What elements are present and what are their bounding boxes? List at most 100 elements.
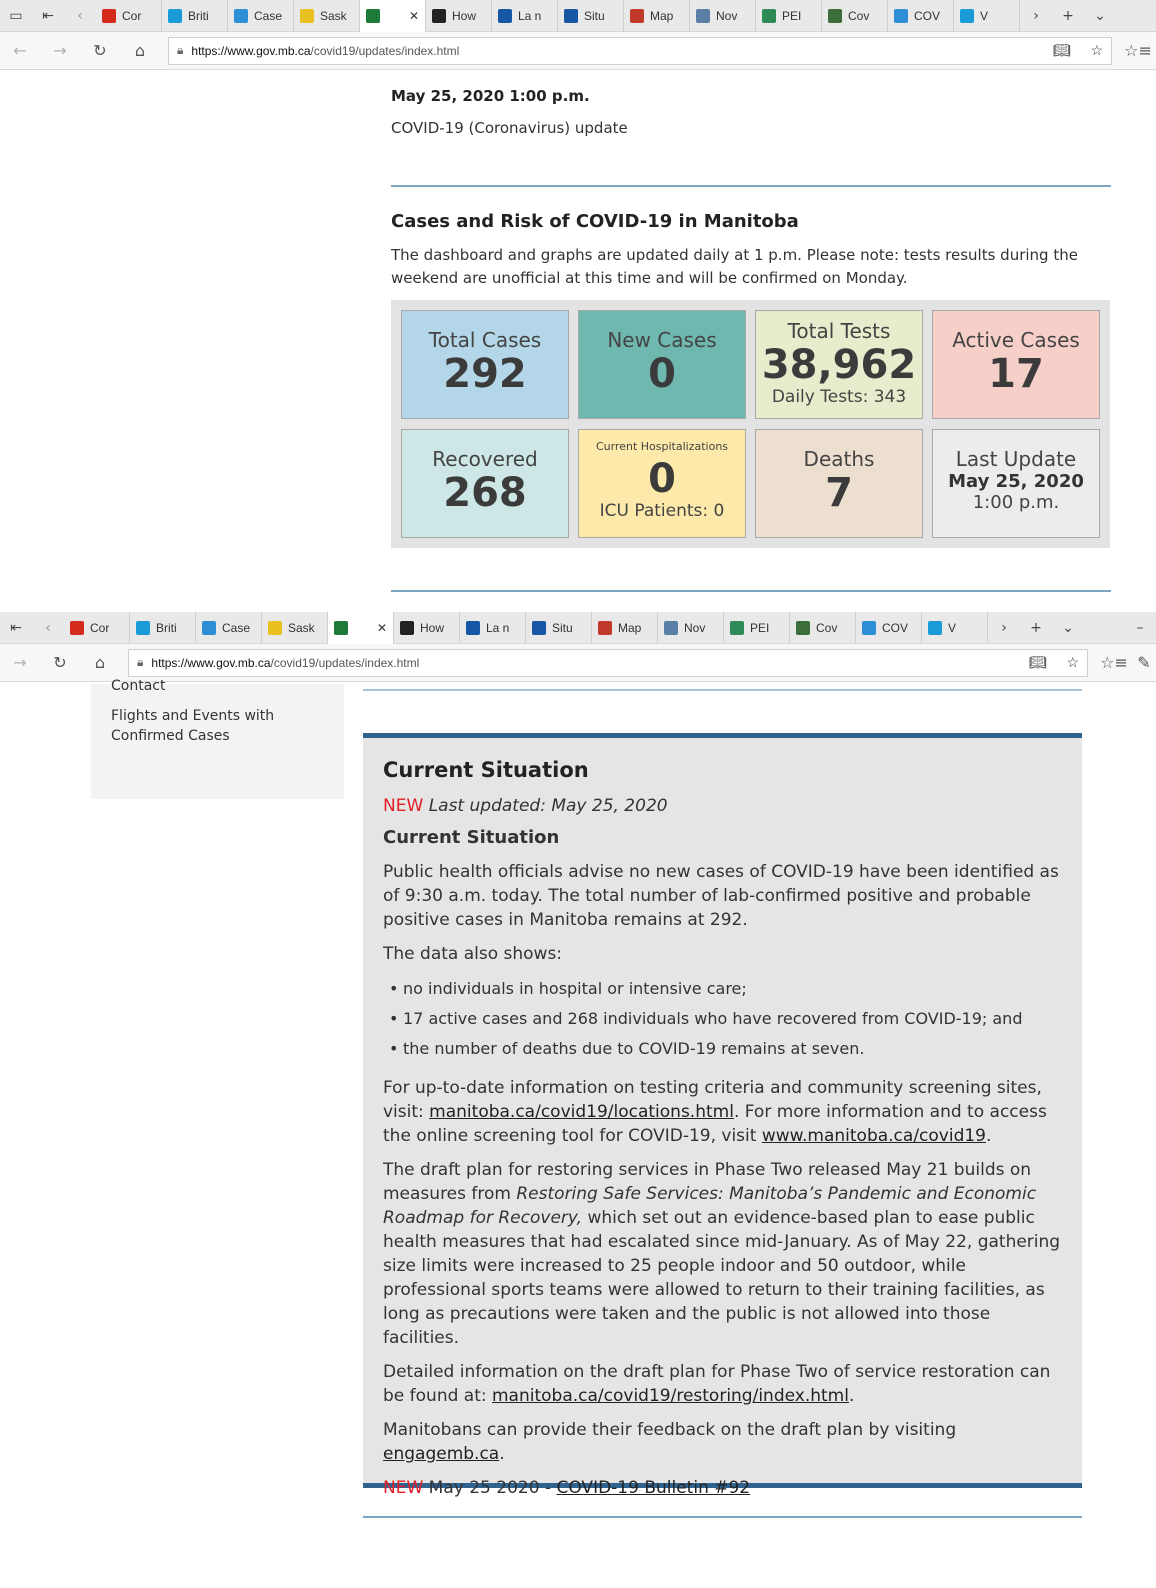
browser-tab[interactable]: Situ (558, 0, 624, 32)
browser-tab[interactable]: PEI (724, 611, 790, 644)
covid19-link[interactable]: www.manitoba.ca/covid19 (762, 1126, 986, 1146)
cases-heading: Cases and Risk of COVID-19 in Manitoba (391, 211, 799, 232)
tab-strip: Cor Briti Case Sask ✕ How La n Situ Map Nov PEI Cov… (64, 611, 988, 644)
sidebar-item-flights-events[interactable]: Flights and Events with Confirmed Cases (111, 706, 311, 746)
reading-view-icon[interactable]: 📖︎ (1029, 654, 1047, 671)
browser-tab[interactable]: La n (460, 611, 526, 644)
dashboard: Total Cases 292 New Cases 0 Total Tests … (391, 300, 1110, 548)
browser-tab[interactable]: COV (888, 0, 954, 32)
browser-tab[interactable]: Sask (262, 611, 328, 644)
tab-bar: ▭ ⇤ ‹ Cor Briti Case Sask ✕ How La n Situ Map Nov… (0, 0, 1156, 32)
browser-tab[interactable]: How (426, 0, 492, 32)
tile-sub: Daily Tests: 343 (771, 387, 907, 407)
tab-favicon-icon (300, 8, 314, 23)
tile-label: Deaths (803, 447, 875, 471)
browser-tab[interactable]: Case (196, 611, 262, 644)
forward-arrow-icon[interactable]: → (0, 644, 40, 682)
url-bar[interactable]: 🔒︎ https://www.gov.mb.ca/covid19/updates… (128, 648, 1088, 677)
forward-arrow-icon[interactable]: → (40, 32, 80, 70)
tab-label: How (420, 620, 445, 635)
home-icon[interactable]: ⌂ (120, 32, 160, 70)
browser-tab[interactable]: Cov (822, 0, 888, 32)
browser-tab[interactable]: Sask (294, 0, 360, 32)
back-arrow-icon[interactable]: ← (0, 32, 40, 70)
tab-label: Nov (684, 620, 706, 635)
sidebar-item-contact[interactable]: Contact (111, 678, 165, 694)
browser-tab[interactable]: V (922, 611, 988, 644)
tab-label: Cor (90, 620, 110, 635)
browser-tab[interactable]: Case (228, 0, 294, 32)
refresh-icon[interactable]: ↻ (80, 32, 120, 70)
favorite-star-icon[interactable]: ☆ (1090, 42, 1103, 59)
browser-tab[interactable]: Map (624, 0, 690, 32)
browser-tab[interactable]: Nov (690, 0, 756, 32)
tab-favicon-icon (202, 620, 216, 635)
browser-tab[interactable]: Cor (64, 611, 130, 644)
tab-favicon-icon (168, 8, 182, 23)
new-badge: NEW (383, 796, 424, 816)
browser-tab[interactable]: How (394, 611, 460, 644)
text: . (848, 1386, 855, 1406)
tab-label: Briti (188, 8, 209, 23)
list-item: the number of deaths due to COVID-19 rem… (383, 1034, 1062, 1064)
text: May 25 2020 - (423, 1478, 557, 1498)
address-toolbar: ← → ↻ ⌂ 🔒︎ https://www.gov.mb.ca/covid19… (0, 32, 1156, 70)
pen-icon[interactable]: ✎ (1132, 644, 1156, 682)
scroll-tabs-left-icon[interactable]: ‹ (32, 612, 64, 644)
divider (391, 185, 1111, 187)
locations-link[interactable]: manitoba.ca/covid19/locations.html (429, 1102, 734, 1122)
close-tab-icon[interactable]: ✕ (409, 9, 419, 23)
text: which set out an evidence-based plan to … (383, 1208, 1061, 1348)
browser-chrome-bottom: ⇤ ‹ Cor Briti Case Sask ✕ How La n Situ Map Nov PE… (0, 611, 1156, 682)
new-tab-icon[interactable]: + (1020, 612, 1052, 644)
tab-label: Map (650, 8, 674, 23)
divider (363, 689, 1082, 691)
tab-label: Sask (320, 8, 347, 23)
sidebar: Contact Flights and Events with Confirme… (91, 678, 344, 799)
new-tab-icon[interactable]: + (1052, 0, 1084, 32)
url-bar[interactable]: 🔒︎ https://www.gov.mb.ca/covid19/updates… (168, 36, 1112, 65)
tab-strip: Cor Briti Case Sask ✕ How La n Situ Map Nov PEI Cov… (96, 0, 1020, 32)
favorite-star-icon[interactable]: ☆ (1066, 654, 1079, 671)
tab-label: Situ (552, 620, 573, 635)
close-tab-icon[interactable]: ✕ (377, 621, 387, 635)
browser-tab[interactable]: Map (592, 611, 658, 644)
tab-label: Nov (716, 8, 738, 23)
bulletin-link[interactable]: COVID-19 Bulletin #92 (556, 1478, 750, 1498)
reading-view-icon[interactable]: 📖︎ (1053, 42, 1071, 59)
tab-label: Situ (584, 8, 605, 23)
browser-tab[interactable]: Cov (790, 611, 856, 644)
scroll-tabs-right-icon[interactable]: › (1020, 0, 1052, 32)
set-aside-tabs-icon[interactable]: ⇤ (0, 612, 32, 644)
new-cases-tile: New Cases 0 (578, 310, 746, 419)
browser-tab[interactable]: ✕ (360, 0, 426, 32)
scroll-tabs-right-icon[interactable]: › (988, 612, 1020, 644)
browser-tab[interactable]: Briti (130, 611, 196, 644)
restoring-link[interactable]: manitoba.ca/covid19/restoring/index.html (492, 1386, 849, 1406)
browser-tab[interactable]: V (954, 0, 1020, 32)
set-aside-tabs-icon[interactable]: ⇤ (32, 0, 64, 32)
minimize-icon[interactable]: – (1124, 612, 1156, 644)
browser-tab[interactable]: ✕ (328, 611, 394, 644)
tab-list-chevron-icon[interactable]: ⌄ (1052, 612, 1084, 644)
favorites-hub-icon[interactable]: ☆≡ (1120, 32, 1156, 70)
browser-tab[interactable]: Cor (96, 0, 162, 32)
browser-tab[interactable]: COV (856, 611, 922, 644)
browser-tab[interactable]: Briti (162, 0, 228, 32)
tab-actions-icon[interactable]: ▭ (0, 0, 32, 32)
scroll-tabs-left-icon[interactable]: ‹ (64, 0, 96, 32)
favorites-hub-icon[interactable]: ☆≡ (1096, 644, 1132, 682)
engagemb-link[interactable]: engagemb.ca (383, 1444, 499, 1464)
tile-label: Active Cases (952, 328, 1080, 352)
browser-tab[interactable]: Situ (526, 611, 592, 644)
home-icon[interactable]: ⌂ (80, 644, 120, 682)
browser-tab[interactable]: La n (492, 0, 558, 32)
last-updated-text: Last updated: May 25, 2020 (428, 796, 668, 816)
browser-tab[interactable]: Nov (658, 611, 724, 644)
last-update-tile: Last Update May 25, 2020 1:00 p.m. (932, 429, 1100, 538)
browser-tab[interactable]: PEI (756, 0, 822, 32)
tab-list-chevron-icon[interactable]: ⌄ (1084, 0, 1116, 32)
tile-label: Last Update (955, 447, 1077, 471)
refresh-icon[interactable]: ↻ (40, 644, 80, 682)
tab-favicon-icon (730, 620, 744, 635)
